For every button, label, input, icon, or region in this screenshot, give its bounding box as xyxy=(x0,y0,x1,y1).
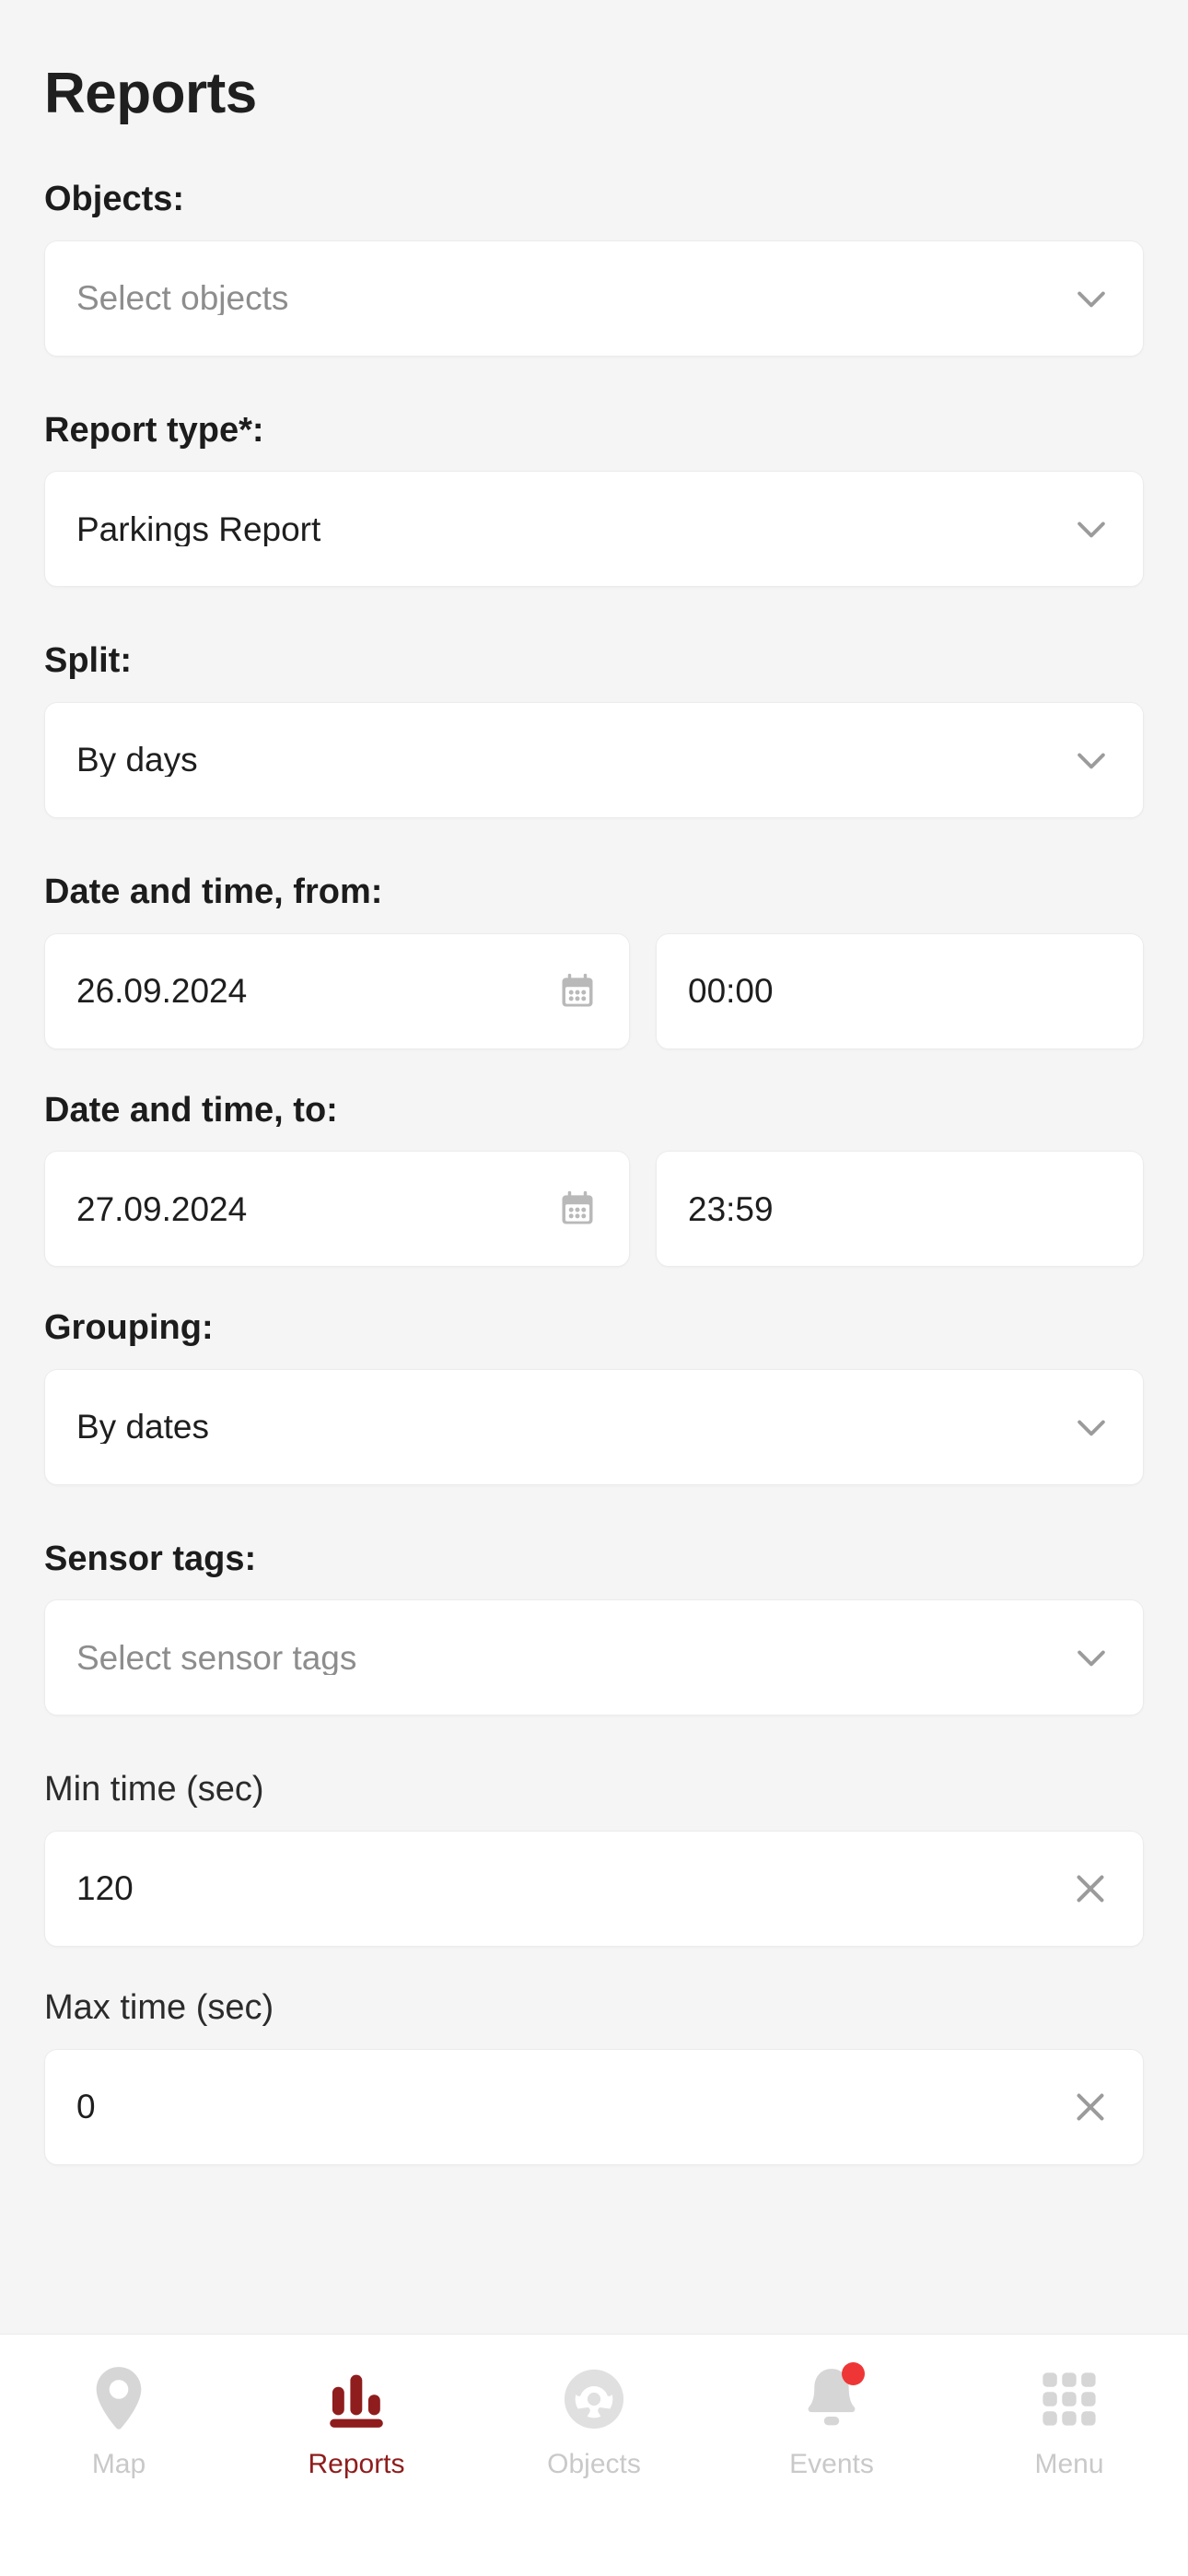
objects-value: Select objects xyxy=(76,281,1071,315)
date-to-label: Date and time, to: xyxy=(44,1090,1144,1132)
chevron-down-icon xyxy=(1071,740,1112,780)
min-time-input[interactable]: 120 xyxy=(44,1831,1144,1947)
clear-x-icon[interactable] xyxy=(1069,2086,1112,2128)
field-group-date-from: Date and time, from: 26.09.2024 00:00 xyxy=(44,872,1144,1049)
field-group-objects: Objects: Select objects xyxy=(44,179,1144,357)
field-group-sensor-tags: Sensor tags: Select sensor tags xyxy=(44,1539,1144,1716)
min-time-label: Min time (sec) xyxy=(44,1769,1144,1811)
grouping-label: Grouping: xyxy=(44,1307,1144,1350)
split-select[interactable]: By days xyxy=(44,702,1144,818)
nav-item-objects[interactable]: Objects xyxy=(475,2360,713,2478)
field-group-split: Split: By days xyxy=(44,640,1144,818)
time-from-value: 00:00 xyxy=(688,974,1112,1008)
sensor-tags-select[interactable]: Select sensor tags xyxy=(44,1599,1144,1715)
chevron-down-icon xyxy=(1071,509,1112,549)
grouping-value: By dates xyxy=(76,1410,1071,1444)
bell-icon xyxy=(793,2360,870,2438)
bar-chart-icon xyxy=(318,2360,395,2438)
chevron-down-icon xyxy=(1071,278,1112,319)
steering-wheel-icon xyxy=(555,2360,633,2438)
date-from-label: Date and time, from: xyxy=(44,872,1144,914)
nav-item-events[interactable]: Events xyxy=(713,2360,950,2478)
calendar-icon[interactable] xyxy=(557,1188,598,1229)
objects-label: Objects: xyxy=(44,179,1144,221)
date-to-input[interactable]: 27.09.2024 xyxy=(44,1151,630,1267)
nav-item-map[interactable]: Map xyxy=(0,2360,238,2478)
chevron-down-icon xyxy=(1071,1637,1112,1678)
field-group-date-to: Date and time, to: 27.09.2024 23:59 xyxy=(44,1090,1144,1268)
clear-x-icon[interactable] xyxy=(1069,1868,1112,1910)
nav-label-events: Events xyxy=(789,2451,874,2478)
grouping-select[interactable]: By dates xyxy=(44,1369,1144,1485)
field-group-grouping: Grouping: By dates xyxy=(44,1307,1144,1485)
reports-screen: Reports Objects: Select objects Report t… xyxy=(0,0,1188,2576)
nav-item-menu[interactable]: Menu xyxy=(950,2360,1188,2478)
bottom-navigation: Map Reports xyxy=(0,2334,1188,2576)
date-from-value: 26.09.2024 xyxy=(76,974,557,1008)
reports-form-scroll[interactable]: Reports Objects: Select objects Report t… xyxy=(0,0,1188,2334)
split-label: Split: xyxy=(44,640,1144,683)
date-to-value: 27.09.2024 xyxy=(76,1192,557,1226)
chevron-down-icon xyxy=(1071,1407,1112,1447)
objects-select[interactable]: Select objects xyxy=(44,240,1144,357)
min-time-value: 120 xyxy=(76,1871,1069,1905)
field-group-min-time: Min time (sec) 120 xyxy=(44,1769,1144,1947)
report-type-select[interactable]: Parkings Report xyxy=(44,471,1144,587)
split-value: By days xyxy=(76,743,1071,777)
sensor-tags-label: Sensor tags: xyxy=(44,1539,1144,1581)
calendar-icon[interactable] xyxy=(557,971,598,1012)
max-time-input[interactable]: 0 xyxy=(44,2049,1144,2165)
grid-icon xyxy=(1031,2360,1108,2438)
date-from-input[interactable]: 26.09.2024 xyxy=(44,933,630,1049)
nav-label-objects: Objects xyxy=(547,2451,641,2478)
nav-label-reports: Reports xyxy=(308,2451,404,2478)
nav-label-map: Map xyxy=(92,2451,146,2478)
notification-badge xyxy=(842,2362,865,2385)
date-from-row: 26.09.2024 00:00 xyxy=(44,933,1144,1049)
time-from-input[interactable]: 00:00 xyxy=(656,933,1144,1049)
report-type-value: Parkings Report xyxy=(76,512,1071,546)
field-group-max-time: Max time (sec) 0 xyxy=(44,1987,1144,2165)
time-to-input[interactable]: 23:59 xyxy=(656,1151,1144,1267)
nav-item-reports[interactable]: Reports xyxy=(238,2360,475,2478)
max-time-label: Max time (sec) xyxy=(44,1987,1144,2030)
field-group-report-type: Report type*: Parkings Report xyxy=(44,410,1144,588)
nav-label-menu: Menu xyxy=(1034,2451,1103,2478)
sensor-tags-value: Select sensor tags xyxy=(76,1641,1071,1675)
max-time-value: 0 xyxy=(76,2090,1069,2124)
report-type-label: Report type*: xyxy=(44,410,1144,452)
date-to-row: 27.09.2024 23:59 xyxy=(44,1151,1144,1267)
map-pin-icon xyxy=(80,2360,157,2438)
page-title: Reports xyxy=(44,63,1144,125)
time-to-value: 23:59 xyxy=(688,1192,1112,1226)
